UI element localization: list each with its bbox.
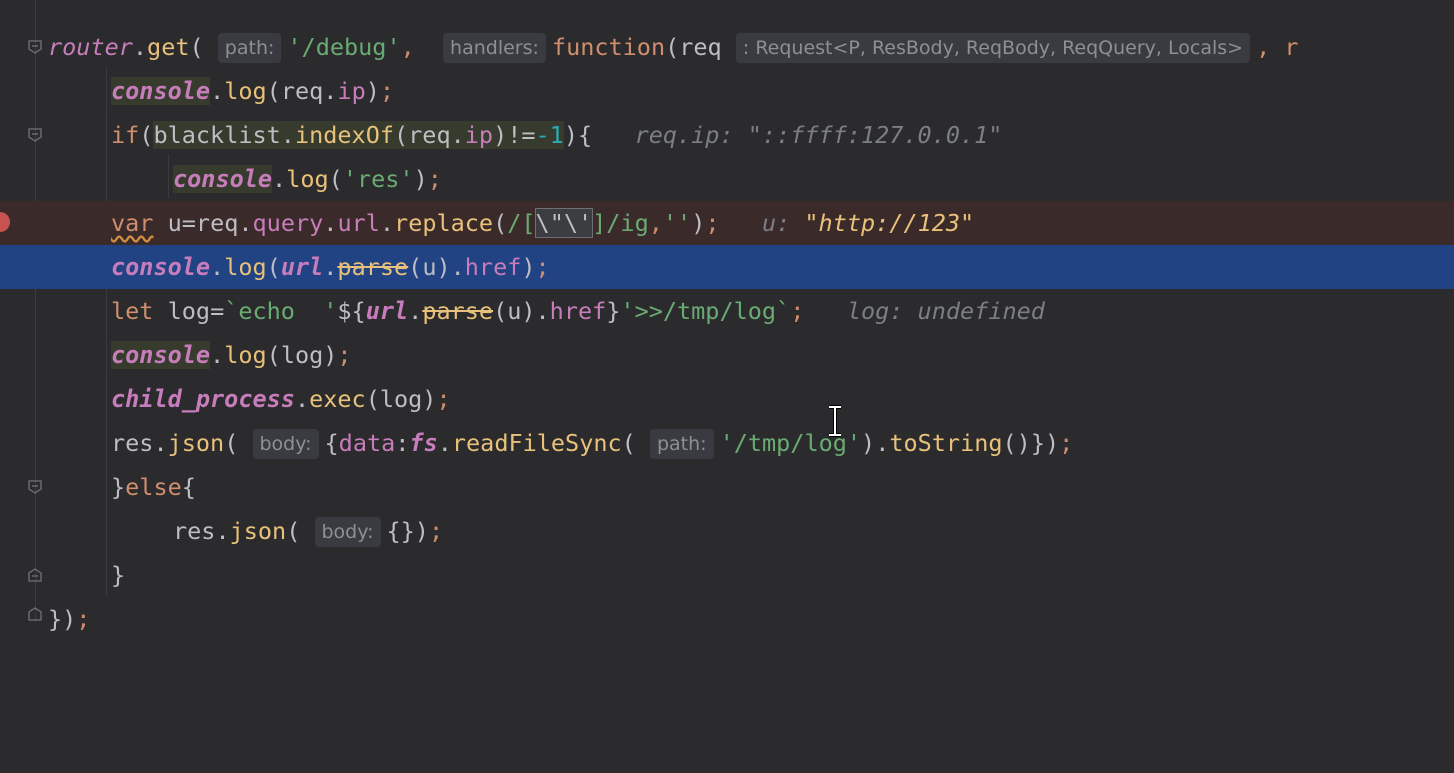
debug-inline-value: req.ip: "::ffff:127.0.0.1" (634, 121, 1003, 149)
code-line[interactable]: } (0, 553, 1454, 597)
code-line[interactable]: console.log('res'); (0, 157, 1454, 201)
param-hint: handlers: (443, 33, 546, 63)
code-line[interactable]: }); (0, 597, 1454, 641)
type-hint: : Request<P, ResBody, ReqBody, ReqQuery,… (735, 33, 1251, 63)
code-line[interactable]: res.json( body: {}); (0, 509, 1454, 553)
code-line[interactable]: res.json( body: {data:fs.readFileSync( pa… (0, 421, 1454, 465)
text-cursor-icon (829, 405, 841, 437)
fold-marker-icon[interactable] (28, 128, 42, 142)
current-execution-line[interactable]: console.log(url.parse(u).href); (0, 245, 1454, 289)
fold-marker-icon[interactable] (28, 568, 42, 582)
param-hint: path: (649, 429, 714, 459)
param-hint: body: (314, 517, 381, 547)
code-editor[interactable]: router.get( path: '/debug', handlers: func… (0, 0, 1454, 633)
param-hint: path: (217, 33, 282, 63)
code-line[interactable]: console.log(log); (0, 333, 1454, 377)
debug-inline-value: "http://123" (804, 209, 975, 237)
code-line[interactable]: let log=`echo '${url.parse(u).href}'>>/t… (0, 289, 1454, 333)
fold-marker-icon[interactable] (28, 607, 42, 621)
code-line[interactable]: console.log(req.ip); (0, 69, 1454, 113)
code-line[interactable]: }else{ (0, 465, 1454, 509)
breakpoint-icon[interactable] (0, 212, 10, 232)
debug-inline-value: log: undefined (846, 297, 1045, 325)
code-line[interactable]: router.get( path: '/debug', handlers: func… (0, 25, 1454, 69)
code-line[interactable]: if(blacklist.indexOf(req.ip)!=-1){ req.i… (0, 113, 1454, 157)
fold-marker-icon[interactable] (28, 40, 42, 54)
breakpoint-line[interactable]: var u=req.query.url.replace(/[\"\']/ig,'… (0, 201, 1454, 245)
fold-marker-icon[interactable] (28, 480, 42, 494)
param-hint: body: (252, 429, 319, 459)
code-line[interactable]: child_process.exec(log); (0, 377, 1454, 421)
